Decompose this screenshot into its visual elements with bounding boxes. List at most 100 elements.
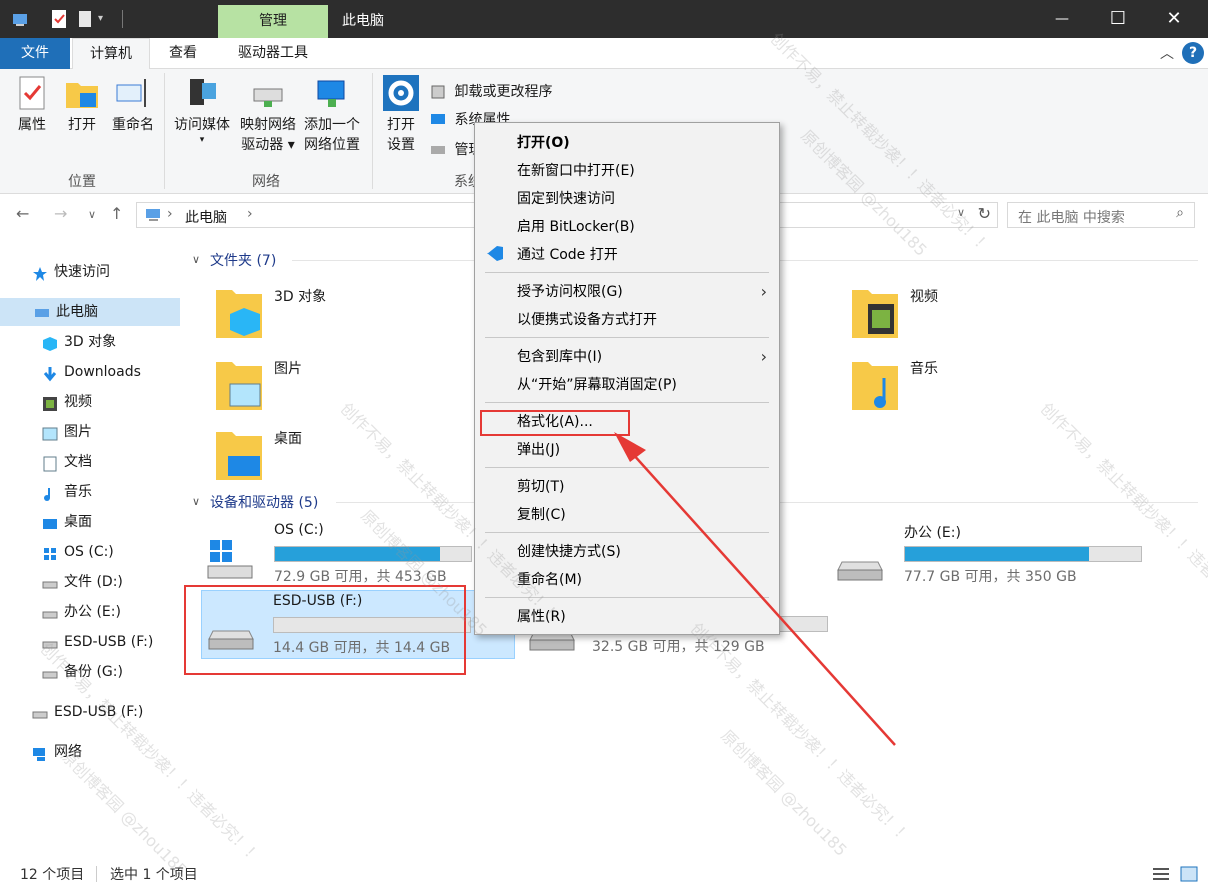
app-icon[interactable] [10,8,32,30]
add-network-location-button[interactable]: 添加一个 网络位置 [300,75,364,155]
computer-icon [145,207,163,227]
collapse-devices-chevron-icon[interactable]: ∨ [192,495,200,508]
refresh-icon[interactable]: ↻ [978,204,991,223]
sidebar-item-downloads[interactable]: Downloads [42,358,141,386]
drive-size: 77.7 GB 可用，共 350 GB [904,569,1077,585]
details-view-icon[interactable] [1152,866,1170,886]
collapse-ribbon-icon[interactable]: ︿ [1160,43,1174,63]
sidebar-item-label: 此电脑 [56,304,98,320]
devices-section-header[interactable]: 设备和驱动器 (5) [210,492,318,512]
sidebar-item-network[interactable]: 网络 [32,738,82,766]
group-label-network: 网络 [252,174,280,190]
help-icon[interactable]: ? [1182,42,1204,64]
sidebar-item-label: Downloads [64,364,141,380]
folder-music[interactable]: 音乐 [820,352,1080,416]
sidebar-item-label: 图片 [64,424,92,440]
menu-item-unpin-start[interactable]: 从“开始”屏幕取消固定(P) [475,371,779,399]
drive-usage-fill [905,547,1090,561]
folder-videos[interactable]: 视频 [820,280,1080,344]
sidebar-item-drive-e[interactable]: 办公 (E:) [42,598,121,626]
tab-computer[interactable]: 计算机 [72,38,150,70]
sidebar-item-label: 办公 (E:) [64,604,121,620]
folder-desktop[interactable]: 桌面 [184,422,444,486]
folder-name: 音乐 [910,361,938,377]
search-input[interactable]: 在 此电脑 中搜索 ⌕ [1007,202,1195,228]
close-button[interactable]: ✕ [1146,0,1202,38]
sidebar-item-3d-objects[interactable]: 3D 对象 [42,328,116,356]
sidebar-item-videos[interactable]: 视频 [42,388,92,416]
cube-icon [42,334,58,351]
sidebar-item-drive-f[interactable]: ESD-USB (F:) [42,628,153,656]
menu-item-include-in-library[interactable]: 包含到库中(I) › [475,343,779,371]
group-label-location: 位置 [68,174,96,190]
properties-quick-icon[interactable] [48,8,70,30]
menu-item-open-as-portable[interactable]: 以便携式设备方式打开 [475,306,779,334]
status-separator [96,866,97,882]
media-icon [184,75,220,111]
sidebar-item-desktop[interactable]: 桌面 [42,508,92,536]
properties-button[interactable]: 属性 [12,75,52,135]
rename-button[interactable]: 重命名 [108,75,158,135]
maximize-button[interactable]: ☐ [1090,0,1146,38]
collapse-folders-chevron-icon[interactable]: ∨ [192,253,200,266]
tab-drive-tools[interactable]: 驱动器工具 [220,38,326,69]
customize-quick-access-icon[interactable]: ▾ [98,8,120,30]
windows-drive-icon [42,544,58,560]
up-arrow-icon[interactable]: ↑ [110,204,123,223]
sidebar-item-pictures[interactable]: 图片 [42,418,92,446]
drive-c[interactable]: OS (C:) 72.9 GB 可用，共 453 GB [184,520,504,594]
sidebar-item-documents[interactable]: 文档 [42,448,92,476]
breadcrumb-chevron-icon[interactable]: › [167,206,173,222]
tab-manage[interactable]: 管理 [218,5,328,38]
menu-item-open-new-window[interactable]: 在新窗口中打开(E) [475,157,779,185]
sidebar-item-music[interactable]: 音乐 [42,478,92,506]
sidebar-item-drive-g[interactable]: 备份 (G:) [42,658,123,686]
menu-item-open-with-code[interactable]: 通过 Code 打开 [475,241,779,269]
address-dropdown-icon[interactable]: ∨ [957,206,965,219]
settings-gear-icon [383,75,419,111]
folder-pictures[interactable]: 图片 [184,352,444,416]
folder-3d-objects[interactable]: 3D 对象 [184,280,444,344]
sidebar-item-label: 快速访问 [54,264,110,280]
uninstall-programs-button[interactable]: 卸载或更改程序 [430,81,552,101]
tab-view[interactable]: 查看 [154,38,212,69]
sidebar-item-drive-d[interactable]: 文件 (D:) [42,568,123,596]
tab-file[interactable]: 文件 [0,38,70,69]
recent-locations-chevron-icon[interactable]: ∨ [88,208,96,221]
folder-music-icon [850,356,900,412]
forward-arrow-icon[interactable]: → [54,204,67,223]
open-settings-label-2: 设置 [387,137,415,153]
menu-separator [485,272,769,273]
sidebar-item-quick-access[interactable]: 快速访问 [32,258,110,286]
new-folder-quick-icon[interactable] [74,8,96,30]
navigation-pane: 快速访问 此电脑 3D 对象 Downloads 视频 图片 文档 音乐 桌面 … [0,250,180,860]
breadcrumb-this-pc[interactable]: 此电脑 [185,207,227,227]
drive-icon [42,634,58,650]
search-icon: ⌕ [1176,205,1184,221]
sidebar-item-drive-c[interactable]: OS (C:) [42,538,114,566]
drive-usage-bar [904,546,1142,562]
sidebar-item-usb-drive[interactable]: ESD-USB (F:) [32,698,143,726]
star-icon [32,264,48,281]
minimize-button[interactable]: — [1034,0,1090,38]
menu-item-give-access[interactable]: 授予访问权限(G) › [475,278,779,306]
annotation-arrow [614,432,896,746]
access-media-button[interactable]: 访问媒体 ▾ [170,75,234,145]
menu-item-open[interactable]: 打开(O) [475,129,779,157]
folders-section-header[interactable]: 文件夹 (7) [210,250,276,270]
access-media-dropdown: ▾ [199,135,205,145]
breadcrumb-chevron-icon[interactable]: › [247,206,253,222]
network-location-icon [314,75,350,111]
search-placeholder: 在 此电脑 中搜索 [1018,210,1125,226]
sidebar-item-this-pc[interactable]: 此电脑 [0,298,180,326]
map-network-drive-button[interactable]: 映射网络 驱动器 ▾ [236,75,300,155]
menu-separator [485,402,769,403]
menu-item-enable-bitlocker[interactable]: 启用 BitLocker(B) [475,213,779,241]
open-button[interactable]: 打开 [62,75,102,135]
open-settings-button[interactable]: 打开 设置 [380,75,422,155]
large-icons-view-icon[interactable] [1180,866,1198,886]
menu-item-pin-quick-access[interactable]: 固定到快速访问 [475,185,779,213]
sidebar-item-label: 桌面 [64,514,92,530]
back-arrow-icon[interactable]: ← [16,204,29,223]
folder-open-icon [64,75,100,111]
